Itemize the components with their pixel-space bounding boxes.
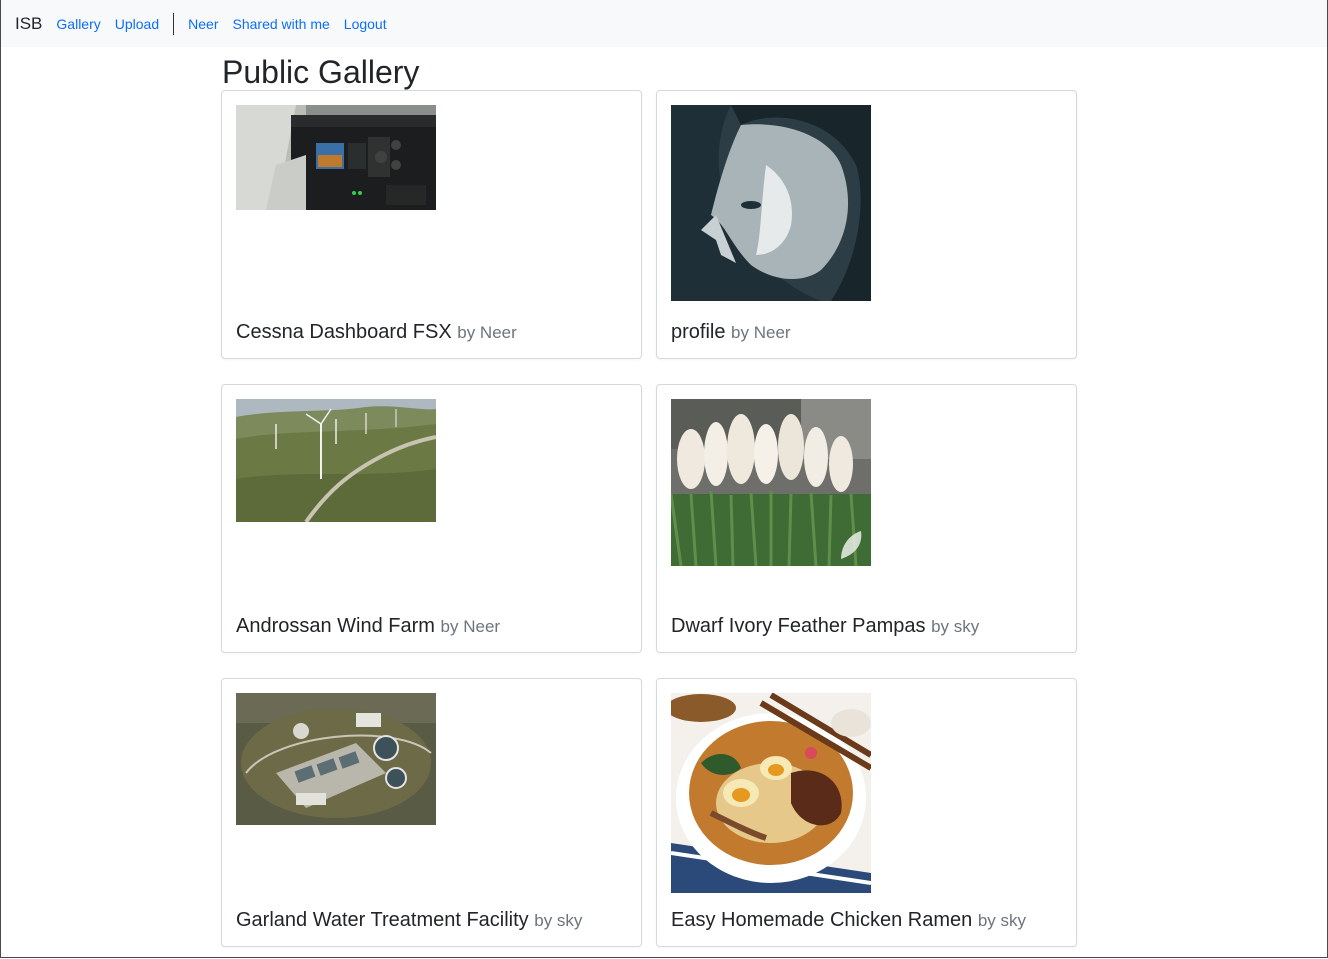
gallery-card[interactable]: profile by Neer [656, 90, 1077, 359]
image-title[interactable]: Androssan Wind Farm [236, 615, 435, 637]
gallery-thumbnail[interactable] [236, 399, 436, 522]
image-owner: by sky [534, 911, 583, 930]
nav-shared-with-me-link[interactable]: Shared with me [233, 16, 330, 32]
brand-logo[interactable]: ISB [15, 14, 42, 34]
image-owner: by Neer [440, 617, 501, 636]
browser-viewport: ISB Gallery Upload Neer Shared with me L… [0, 0, 1328, 958]
image-title[interactable]: profile [671, 321, 725, 343]
image-owner: by sky [977, 911, 1026, 930]
image-title[interactable]: Cessna Dashboard FSX [236, 321, 452, 343]
image-title[interactable]: Dwarf Ivory Feather Pampas [671, 615, 926, 637]
gallery-card[interactable]: Garland Water Treatment Facility by sky [221, 678, 642, 947]
gallery-caption[interactable]: Cessna Dashboard FSX by Neer [236, 321, 517, 344]
gallery-caption[interactable]: Easy Homemade Chicken Ramen by sky [671, 909, 1026, 932]
nav-user-link[interactable]: Neer [188, 16, 218, 32]
gallery-card[interactable]: Easy Homemade Chicken Ramen by sky [656, 678, 1077, 947]
nav-upload-link[interactable]: Upload [115, 16, 159, 32]
gallery-caption[interactable]: profile by Neer [671, 321, 791, 344]
nav-logout-link[interactable]: Logout [344, 16, 387, 32]
image-title[interactable]: Easy Homemade Chicken Ramen [671, 909, 972, 931]
image-title[interactable]: Garland Water Treatment Facility [236, 909, 529, 931]
gallery-caption[interactable]: Androssan Wind Farm by Neer [236, 615, 500, 638]
gallery-card[interactable]: Cessna Dashboard FSX by Neer [221, 90, 642, 359]
page-title: Public Gallery [222, 54, 420, 90]
image-owner: by sky [931, 617, 980, 636]
nav-gallery-link[interactable]: Gallery [56, 16, 100, 32]
gallery-card[interactable]: Dwarf Ivory Feather Pampas by sky [656, 384, 1077, 653]
gallery-thumbnail[interactable] [236, 105, 436, 210]
gallery-thumbnail[interactable] [671, 105, 871, 301]
top-navbar: ISB Gallery Upload Neer Shared with me L… [1, 0, 1327, 47]
gallery-thumbnail[interactable] [671, 693, 871, 893]
gallery-caption[interactable]: Dwarf Ivory Feather Pampas by sky [671, 615, 979, 638]
image-owner: by Neer [457, 323, 517, 342]
gallery-thumbnail[interactable] [671, 399, 871, 566]
image-owner: by Neer [731, 323, 791, 342]
nav-divider [173, 12, 175, 35]
gallery-thumbnail[interactable] [236, 693, 436, 825]
gallery-caption[interactable]: Garland Water Treatment Facility by sky [236, 909, 582, 932]
gallery-card[interactable]: Androssan Wind Farm by Neer [221, 384, 642, 653]
